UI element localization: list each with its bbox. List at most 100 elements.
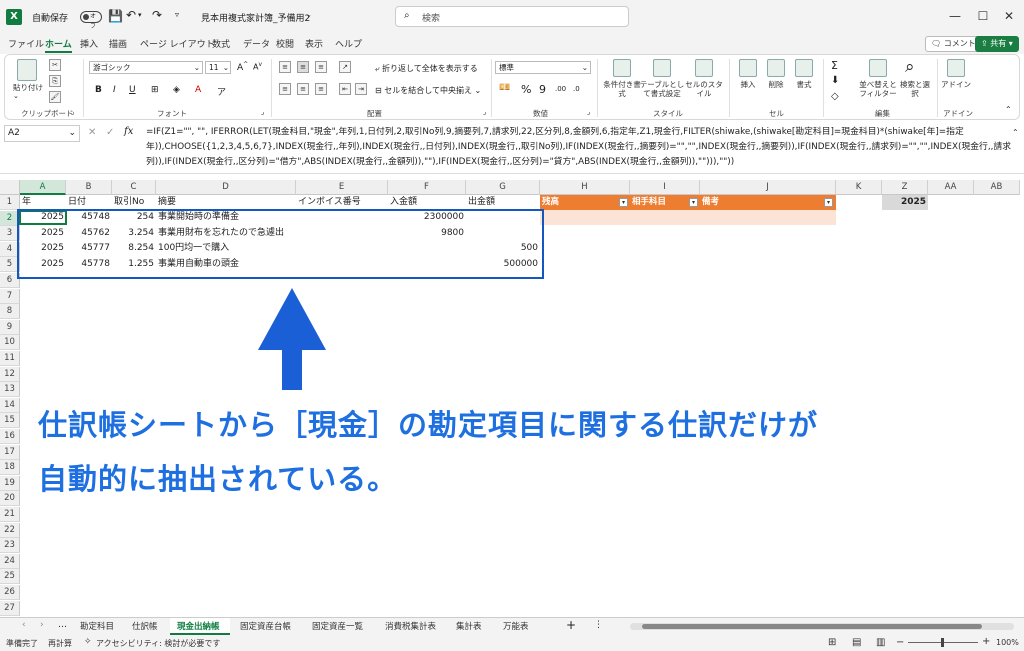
- save-icon[interactable]: 💾: [108, 9, 123, 23]
- row-header-22[interactable]: 22: [0, 522, 20, 538]
- find-select-label[interactable]: 検索と選択: [897, 80, 933, 98]
- autosum-icon[interactable]: Σ: [831, 59, 838, 72]
- formula-input[interactable]: =IF(Z1="", "", IFERROR(LET(現金科目,"現金",年列,…: [146, 125, 1020, 170]
- column-header-j[interactable]: J: [700, 180, 836, 195]
- tab-draw[interactable]: 描画: [109, 37, 127, 50]
- number-format-select[interactable]: 標準 ⌄: [495, 61, 591, 74]
- decrease-decimal-icon[interactable]: .0: [573, 85, 580, 93]
- copy-icon[interactable]: ⎘: [49, 75, 61, 87]
- comma-icon[interactable]: 9: [539, 83, 546, 96]
- header-cell-income[interactable]: 入金額: [388, 195, 466, 210]
- title-dropdown-icon[interactable]: ⌄: [306, 11, 312, 19]
- tab-insert[interactable]: 挿入: [80, 37, 98, 50]
- column-header-i[interactable]: I: [630, 180, 700, 195]
- font-size-select[interactable]: 11 ⌄: [205, 61, 231, 74]
- minimize-icon[interactable]: —: [940, 6, 970, 26]
- filter-dropdown-icon[interactable]: ▾: [619, 198, 628, 207]
- align-top-icon[interactable]: ≡: [279, 61, 291, 73]
- row-header-10[interactable]: 10: [0, 335, 20, 351]
- tab-page-layout[interactable]: ページ レイアウト: [140, 37, 215, 50]
- row-header-16[interactable]: 16: [0, 429, 20, 444]
- sheet-tab-tax-summary[interactable]: 消費税集計表: [385, 620, 436, 632]
- zoom-in-icon[interactable]: +: [982, 636, 990, 647]
- percent-icon[interactable]: %: [521, 83, 531, 96]
- conditional-format-label[interactable]: 条件付き書式: [603, 80, 641, 98]
- add-sheet-button[interactable]: +: [566, 618, 576, 632]
- comment-button[interactable]: 🗨 コメント: [925, 36, 982, 52]
- borders-icon[interactable]: ⊞: [151, 85, 159, 95]
- header-cell-invoice[interactable]: インボイス番号: [296, 195, 388, 210]
- row-header-27[interactable]: 27: [0, 600, 20, 616]
- autosave-toggle[interactable]: オフ: [80, 11, 102, 30]
- horizontal-scrollbar[interactable]: [630, 623, 1014, 630]
- sheet-options-icon[interactable]: ⋮: [594, 620, 603, 630]
- filter-dropdown-icon[interactable]: ▾: [824, 198, 833, 207]
- format-painter-icon[interactable]: 🖌: [49, 91, 61, 103]
- collapse-formula-icon[interactable]: ⌃: [1012, 128, 1019, 137]
- number-launcher-icon[interactable]: ⌟: [587, 108, 590, 116]
- column-header-d[interactable]: D: [156, 180, 296, 195]
- decrease-font-icon[interactable]: Av: [253, 61, 262, 72]
- fill-icon[interactable]: ⬇: [831, 75, 839, 86]
- paste-icon[interactable]: [17, 59, 37, 81]
- customize-qat-icon[interactable]: ▿: [175, 10, 179, 19]
- row-header-14[interactable]: 14: [0, 397, 20, 413]
- column-header-c[interactable]: C: [112, 180, 156, 195]
- close-icon[interactable]: ✕: [994, 6, 1024, 26]
- cell-style-label[interactable]: セルのスタイル: [685, 80, 723, 98]
- recalc-status[interactable]: 再計算: [48, 638, 72, 649]
- column-header-ab[interactable]: AB: [974, 180, 1020, 195]
- header-cell-date[interactable]: 日付: [66, 195, 112, 210]
- column-header-k[interactable]: K: [836, 180, 882, 195]
- merge-center-button[interactable]: ⊟ セルを結合して中央揃え ⌄: [375, 85, 481, 96]
- header-cell-number[interactable]: 取引No: [112, 195, 156, 210]
- table-format-icon[interactable]: [653, 59, 671, 77]
- document-title[interactable]: 見本用複式家計簿_予備用2: [201, 11, 310, 24]
- row-header-11[interactable]: 11: [0, 351, 20, 366]
- sheet-tab-asset-ledger[interactable]: 固定資産台帳: [240, 620, 291, 632]
- addin-label[interactable]: アドイン: [941, 80, 971, 89]
- clipboard-launcher-icon[interactable]: ⌟: [71, 108, 74, 116]
- orientation-icon[interactable]: ↗: [339, 61, 351, 73]
- sort-filter-icon[interactable]: [869, 59, 887, 77]
- insert-cells-icon[interactable]: [739, 59, 757, 77]
- tab-data[interactable]: データ: [243, 37, 270, 50]
- page-break-view-icon[interactable]: ▥: [876, 637, 885, 648]
- sheet-tab-summary[interactable]: 集計表: [456, 620, 482, 632]
- normal-view-icon[interactable]: ⊞: [828, 637, 836, 648]
- clear-icon[interactable]: ◇: [831, 91, 839, 102]
- undo-icon[interactable]: ↶: [126, 8, 136, 22]
- row-header-17[interactable]: 17: [0, 444, 20, 460]
- undo-dropdown-icon[interactable]: ▾: [138, 11, 142, 19]
- table-format-label[interactable]: テーブルとして書式設定: [639, 80, 685, 98]
- align-right-icon[interactable]: ≡: [315, 83, 327, 95]
- align-middle-icon[interactable]: ≡: [297, 61, 309, 73]
- enter-icon[interactable]: ✓: [106, 127, 114, 138]
- scrollbar-thumb[interactable]: [642, 624, 982, 629]
- tab-view[interactable]: 表示: [305, 37, 323, 50]
- row-header-24[interactable]: 24: [0, 553, 20, 569]
- phonetic-icon[interactable]: ア: [217, 85, 226, 98]
- currency-icon[interactable]: 💴: [499, 83, 510, 93]
- sheet-tab-cashbook[interactable]: 現金出納帳: [177, 620, 220, 632]
- zoom-level[interactable]: 100%: [996, 638, 1019, 647]
- align-center-icon[interactable]: ≡: [297, 83, 309, 95]
- header-cell-remarks[interactable]: 備考: [700, 195, 836, 210]
- conditional-format-icon[interactable]: [613, 59, 631, 77]
- search-box[interactable]: ⌕ 検索: [395, 6, 629, 27]
- font-name-select[interactable]: 游ゴシック ⌄: [89, 61, 203, 74]
- header-cell-expense[interactable]: 出金額: [466, 195, 540, 210]
- indent-increase-icon[interactable]: ⇥: [355, 83, 367, 95]
- font-color-icon[interactable]: A: [195, 85, 201, 95]
- column-header-f[interactable]: F: [388, 180, 466, 195]
- column-header-h[interactable]: H: [540, 180, 630, 195]
- row-header-25[interactable]: 25: [0, 569, 20, 585]
- indent-decrease-icon[interactable]: ⇤: [339, 83, 351, 95]
- format-cells-label[interactable]: 書式: [789, 80, 819, 89]
- cell-style-icon[interactable]: [695, 59, 713, 77]
- tab-help[interactable]: ヘルプ: [335, 37, 362, 50]
- increase-font-icon[interactable]: A^: [237, 61, 248, 73]
- zoom-slider[interactable]: [908, 638, 978, 647]
- name-box[interactable]: A2 ⌄: [4, 125, 80, 142]
- row-header-18[interactable]: 18: [0, 460, 20, 476]
